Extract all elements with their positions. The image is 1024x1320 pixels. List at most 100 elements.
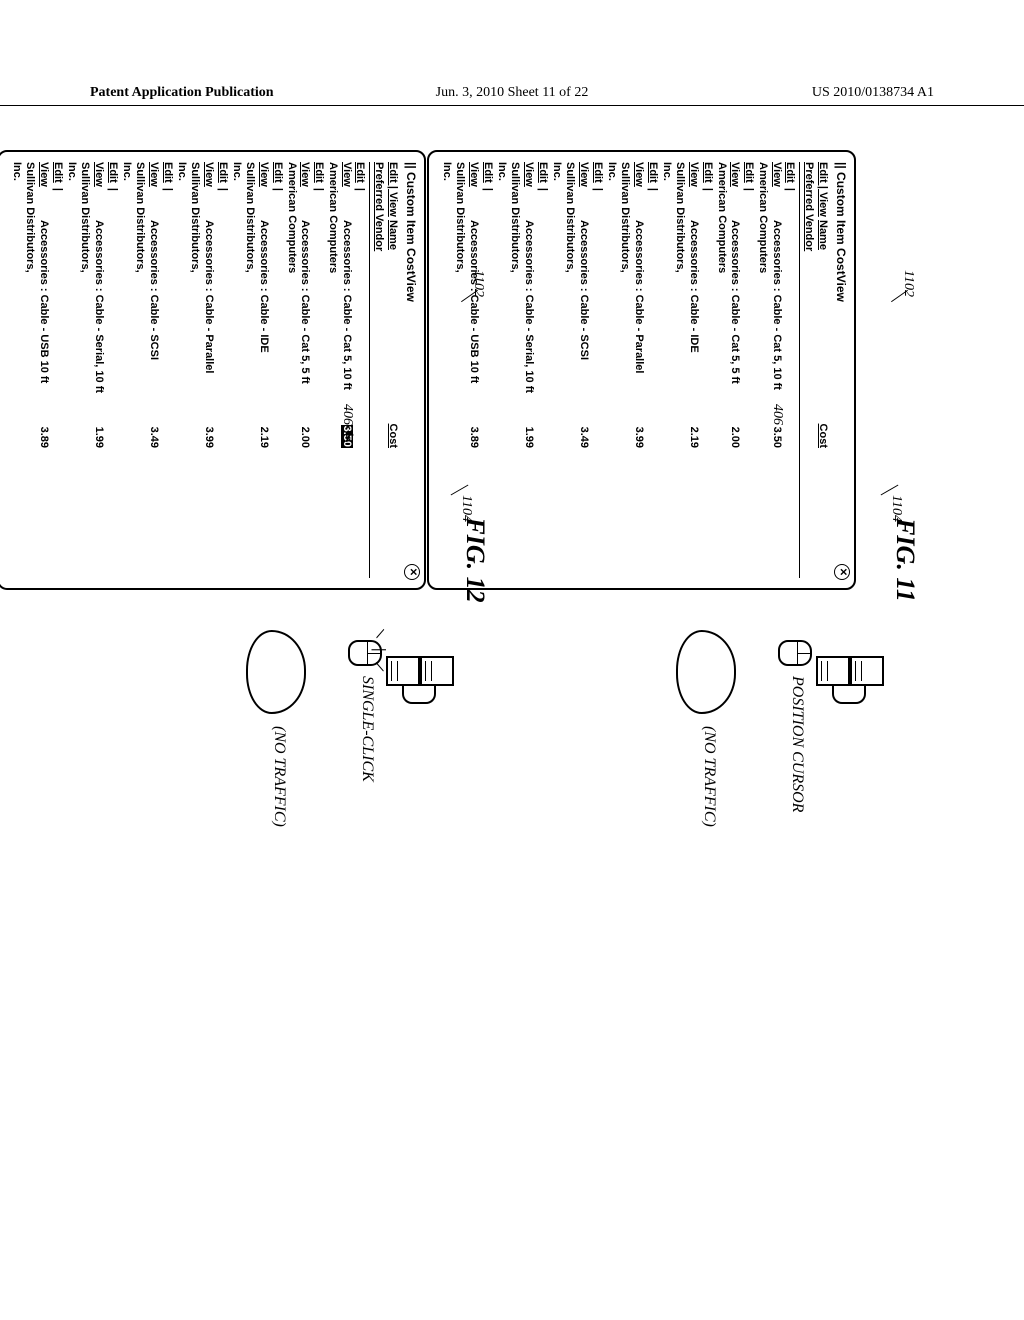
- edit-link[interactable]: Edit: [355, 162, 367, 183]
- view-link[interactable]: View: [93, 162, 105, 187]
- mouse-icon: \|/: [348, 640, 382, 666]
- ref-406: 406: [339, 404, 357, 425]
- cost-cell: 3.49: [577, 420, 591, 448]
- view-link[interactable]: View: [688, 162, 700, 187]
- view-link[interactable]: View: [148, 162, 160, 187]
- edit-link[interactable]: Edit: [592, 162, 604, 183]
- cost-cell: 3.49: [147, 420, 161, 448]
- vendor-cell: Sullivan Distributors, Inc.: [64, 162, 92, 292]
- header-right: US 2010/0138734 A1: [812, 85, 934, 101]
- col-cost: Cost: [385, 420, 399, 448]
- edit-link[interactable]: Edit: [162, 162, 174, 183]
- view-link[interactable]: View: [578, 162, 590, 187]
- close-icon[interactable]: ✕: [834, 564, 850, 580]
- col-vendor: Preferred Vendor: [372, 162, 386, 292]
- panel-title: || Custom Item CostView: [403, 162, 418, 578]
- edit-link[interactable]: Edit: [52, 162, 64, 183]
- col-vendor: Preferred Vendor: [802, 162, 816, 292]
- edit-link[interactable]: Edit: [537, 162, 549, 183]
- name-cell: Accessories : Cable - IDE: [687, 220, 701, 420]
- name-cell: Accessories : Cable - SCSI: [577, 220, 591, 420]
- name-cell: Accessories : Cable - Parallel: [202, 220, 216, 420]
- name-cell: Accessories : Cable - IDE: [257, 220, 271, 420]
- table-row: Edit | ViewAccessories : Cable - Cat 5, …: [284, 162, 325, 578]
- table-row: Edit | ViewAccessories : Cable - Cat 5, …: [325, 162, 366, 578]
- vendor-cell: American Computers: [714, 162, 728, 292]
- action-label: SINGLE-CLICK: [358, 676, 376, 782]
- header-mid: Jun. 3, 2010 Sheet 11 of 22: [436, 85, 589, 101]
- table-row: Edit | ViewAccessories : Cable - Cat 5, …: [714, 162, 755, 578]
- vendor-cell: Sullivan Distributors, Inc.: [119, 162, 147, 292]
- edit-link[interactable]: Edit: [272, 162, 284, 183]
- annotation-side: \|/ SINGLE-CLICK (NO TRAFFIC): [196, 630, 456, 950]
- col-actions: Edit | View: [385, 162, 399, 220]
- col-actions: Edit | View: [815, 162, 829, 220]
- view-link[interactable]: View: [258, 162, 270, 187]
- col-name: Name: [385, 220, 399, 420]
- col-name: Name: [815, 220, 829, 420]
- figure-number: FIG. 12: [461, 517, 490, 602]
- view-link[interactable]: View: [633, 162, 645, 187]
- name-cell: Accessories : Cable - Cat 5, 10 ft: [339, 220, 353, 420]
- click-rays-icon: \|/: [374, 634, 388, 672]
- traffic-label: (NO TRAFFIC): [700, 726, 718, 827]
- edit-link[interactable]: Edit: [217, 162, 229, 183]
- cloud-icon: [246, 630, 306, 714]
- view-link[interactable]: View: [203, 162, 215, 187]
- edit-link[interactable]: Edit: [647, 162, 659, 183]
- cost-cell: 2.19: [257, 420, 271, 448]
- view-link[interactable]: View: [730, 162, 742, 187]
- mouse-icon: [778, 640, 812, 666]
- view-link[interactable]: View: [300, 162, 312, 187]
- cost-cell: 3.89: [37, 420, 51, 448]
- vendor-cell: Sullivan Distributors, Inc.: [229, 162, 257, 292]
- close-icon[interactable]: ✕: [404, 564, 420, 580]
- action-label: POSITION CURSOR: [788, 676, 806, 812]
- col-cost: Cost: [815, 420, 829, 448]
- cost-view-panel: ✕|| Custom Item CostView Edit | ViewNameC…: [427, 150, 856, 590]
- table-row: Edit | ViewAccessories : Cable - Paralle…: [604, 162, 659, 578]
- table-row: Edit | ViewAccessories : Cable - IDE2.19…: [229, 162, 284, 578]
- cost-cell: 3.99: [632, 420, 646, 448]
- edit-link[interactable]: Edit: [313, 162, 325, 183]
- server-icon: [386, 656, 454, 686]
- table-row: Edit | ViewAccessories : Cable - SCSI3.4…: [549, 162, 604, 578]
- name-cell: Accessories : Cable - Parallel: [632, 220, 646, 420]
- name-cell: Accessories : Cable - Serial, 10 ft: [92, 220, 106, 420]
- view-link[interactable]: View: [523, 162, 535, 187]
- edit-link[interactable]: Edit: [785, 162, 797, 183]
- annotation-side: POSITION CURSOR (NO TRAFFIC): [626, 630, 886, 950]
- panel-title: || Custom Item CostView: [833, 162, 848, 578]
- fig11: 1102FIG. 111104✕|| Custom Item CostViewE…: [427, 150, 920, 970]
- column-headers: Edit | ViewNameCost Preferred Vendor: [370, 162, 400, 578]
- name-cell: Accessories : Cable - Cat 5, 10 ft: [769, 220, 783, 420]
- ref-1104: 1104: [458, 495, 474, 522]
- page-header: Patent Application Publication Jun. 3, 2…: [0, 85, 1024, 106]
- figure-number: FIG. 11: [891, 518, 920, 602]
- cost-cell: 1.99: [92, 420, 106, 448]
- traffic-label: (NO TRAFFIC): [270, 726, 288, 827]
- edit-link[interactable]: Edit: [743, 162, 755, 183]
- cost-cell: 3.99: [202, 420, 216, 448]
- edit-link[interactable]: Edit: [702, 162, 714, 183]
- view-link[interactable]: View: [771, 162, 783, 187]
- vendor-cell: Sullivan Distributors, Inc.: [9, 162, 37, 292]
- edit-link[interactable]: Edit: [107, 162, 119, 183]
- table-row: Edit | ViewAccessories : Cable - Cat 5, …: [755, 162, 796, 578]
- cost-cell: 1.99: [522, 420, 536, 448]
- table-row: Edit | ViewAccessories : Cable - Paralle…: [174, 162, 229, 578]
- table-row: Edit | ViewAccessories : Cable - Serial,…: [494, 162, 549, 578]
- view-link[interactable]: View: [38, 162, 50, 187]
- fig12: 1102FIG. 121104✕|| Custom Item CostViewE…: [0, 150, 490, 970]
- view-link[interactable]: View: [341, 162, 353, 187]
- cloud-icon: [676, 630, 736, 714]
- vendor-cell: American Computers: [325, 162, 339, 292]
- table-row: Edit | ViewAccessories : Cable - USB 10 …: [9, 162, 64, 578]
- vendor-cell: Sullivan Distributors, Inc.: [659, 162, 687, 292]
- cost-cell: 2.19: [687, 420, 701, 448]
- table-row: Edit | ViewAccessories : Cable - SCSI3.4…: [119, 162, 174, 578]
- cost-cell: 2.00: [298, 420, 312, 448]
- name-cell: Accessories : Cable - Serial, 10 ft: [522, 220, 536, 420]
- table-row: Edit | ViewAccessories : Cable - Serial,…: [64, 162, 119, 578]
- name-cell: Accessories : Cable - SCSI: [147, 220, 161, 420]
